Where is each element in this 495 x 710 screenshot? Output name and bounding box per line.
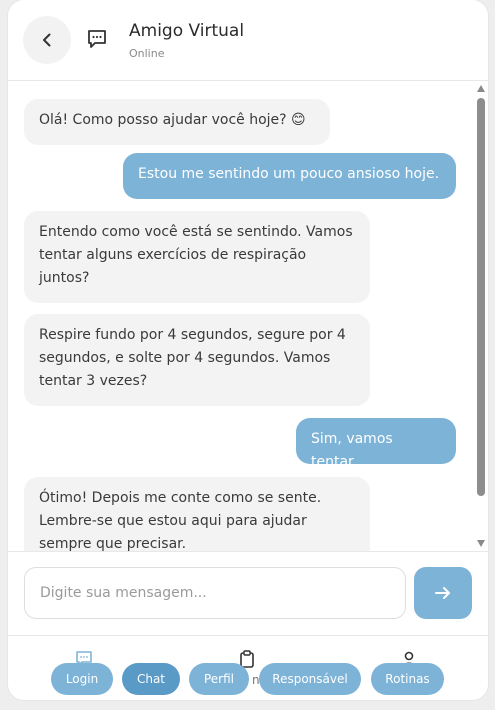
message-composer xyxy=(8,551,488,636)
chat-bubble-icon xyxy=(88,30,106,48)
scroll-up-arrow-icon[interactable] xyxy=(477,85,485,92)
back-button[interactable] xyxy=(23,16,71,64)
user-message: Sim, vamos tentar. xyxy=(296,418,456,470)
chat-title: Amigo Virtual xyxy=(129,21,245,41)
bot-message: Respire fundo por 4 segundos, segure por… xyxy=(24,314,370,406)
arrow-right-icon xyxy=(435,587,450,599)
chat-header: Amigo Virtual Online xyxy=(8,0,488,81)
nav-button-rotinas[interactable]: Rotinas xyxy=(371,663,444,695)
bottom-nav: nc Login Chat Perfil Responsável Rotinas xyxy=(8,635,488,700)
nav-button-login[interactable]: Login xyxy=(51,663,113,695)
chevron-left-icon xyxy=(43,33,51,47)
send-button[interactable] xyxy=(414,567,472,619)
nav-button-chat[interactable]: Chat xyxy=(122,663,180,695)
user-message: Estou me sentindo um pouco ansioso hoje. xyxy=(123,153,456,199)
nav-button-responsavel[interactable]: Responsável xyxy=(259,663,361,695)
scroll-down-arrow-icon[interactable] xyxy=(477,540,485,547)
bot-message: Entendo como você está se sentindo. Vamo… xyxy=(24,211,370,303)
scroll-thumb[interactable] xyxy=(477,98,485,496)
bot-message: Ótimo! Depois me conte como se sente. Le… xyxy=(24,477,370,551)
message-input[interactable] xyxy=(24,567,406,619)
status-text: Online xyxy=(129,47,165,60)
nav-button-perfil[interactable]: Perfil xyxy=(189,663,249,695)
scrollbar[interactable] xyxy=(474,81,488,551)
chat-app: Amigo Virtual Online Olá! Como posso aju… xyxy=(8,0,488,700)
bot-message: Olá! Como posso ajudar você hoje? 😊 xyxy=(24,99,330,145)
message-list[interactable]: Olá! Como posso ajudar você hoje? 😊 Esto… xyxy=(8,81,474,551)
